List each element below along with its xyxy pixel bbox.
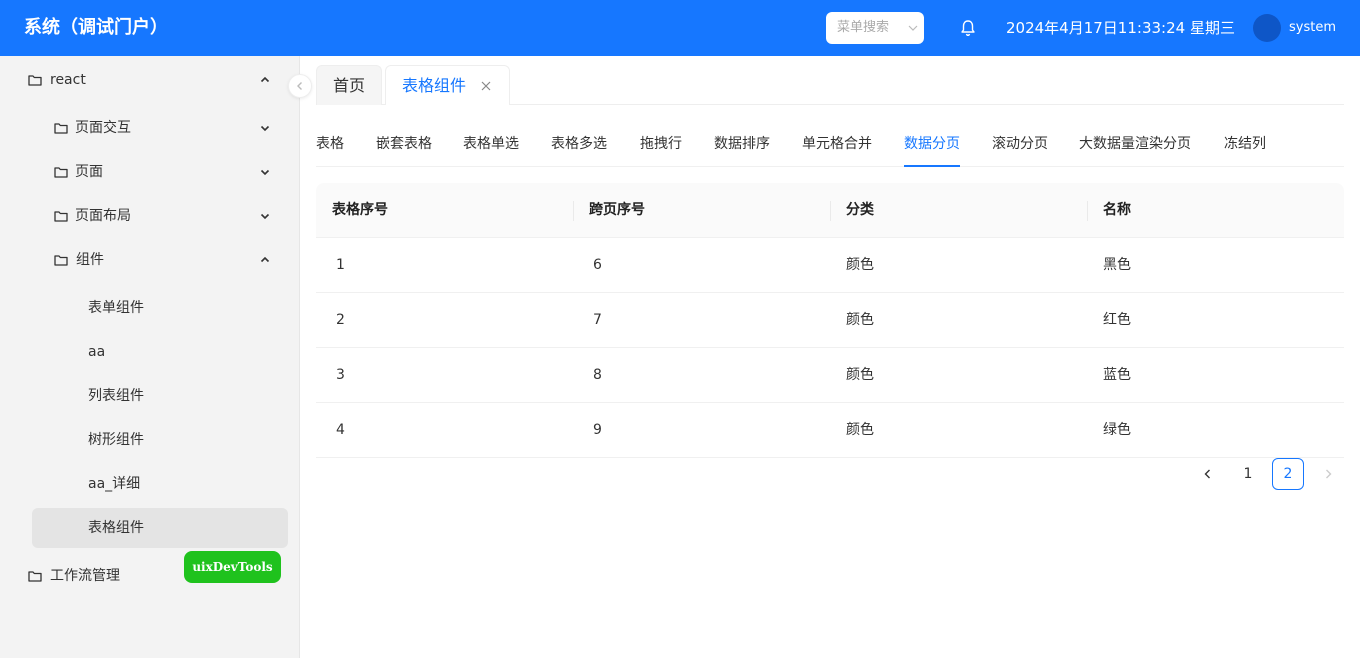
subtab-table[interactable]: 表格	[316, 133, 344, 155]
menu-search-placeholder: 菜单搜索	[837, 20, 890, 35]
sidebar-item-label: 树形组件	[88, 432, 144, 448]
column-header: 名称	[1103, 202, 1131, 218]
subtabs-divider	[316, 166, 1344, 167]
sidebar-item-label: 页面	[75, 164, 103, 180]
table-cell: 颜色	[846, 257, 874, 273]
table-cell: 蓝色	[1103, 367, 1131, 383]
sidebar-item-label: 表格组件	[88, 520, 144, 536]
folder-icon	[54, 255, 68, 266]
folder-icon	[28, 75, 42, 86]
bell-icon[interactable]	[959, 19, 977, 37]
sidebar-item-page[interactable]: 页面	[54, 152, 278, 192]
data-table: 表格序号 跨页序号 分类 名称 1 6 颜色 黑色 2 7 颜色 红色 3 8 …	[316, 183, 1344, 458]
table-header: 表格序号 跨页序号 分类 名称	[316, 183, 1344, 238]
chevron-left-icon	[1204, 469, 1210, 479]
folder-icon	[54, 123, 68, 134]
subtab-drag-row[interactable]: 拖拽行	[640, 133, 682, 155]
subtab-nested-table[interactable]: 嵌套表格	[376, 133, 432, 155]
sidebar-item-label: 页面布局	[75, 208, 131, 224]
sidebar-item-page-interaction[interactable]: 页面交互	[54, 108, 278, 148]
datetime-display: 2024年4月17日11:33:24 星期三	[1006, 19, 1235, 37]
sidebar-item-table-component[interactable]: 表格组件	[88, 508, 278, 548]
pagination-page-2[interactable]: 2	[1272, 458, 1304, 490]
subtab-single-select[interactable]: 表格单选	[463, 133, 519, 155]
subtab-big-data-pagination[interactable]: 大数据量渲染分页	[1079, 133, 1191, 155]
column-header: 跨页序号	[589, 202, 645, 218]
sidebar-item-label: react	[50, 72, 86, 88]
sidebar-collapse-button[interactable]	[288, 74, 312, 98]
table-cell: 7	[593, 312, 602, 328]
pagination-next-button[interactable]	[1312, 458, 1344, 490]
table-row[interactable]: 3 8 颜色 蓝色	[316, 348, 1344, 403]
table-cell: 颜色	[846, 367, 874, 383]
close-icon[interactable]	[481, 81, 491, 91]
sidebar-item-list-component[interactable]: 列表组件	[88, 376, 278, 416]
tab-label: 表格组件	[402, 76, 467, 95]
sidebar-item-label: aa	[88, 344, 106, 360]
username[interactable]: system	[1289, 19, 1336, 37]
sidebar-item-form-component[interactable]: 表单组件	[88, 288, 278, 328]
table-row[interactable]: 2 7 颜色 红色	[316, 293, 1344, 348]
sidebar-item-components[interactable]: 组件	[54, 240, 278, 280]
table-cell: 黑色	[1103, 257, 1131, 273]
column-header: 表格序号	[332, 202, 388, 218]
sidebar-item-label: aa_详细	[88, 476, 141, 492]
subtab-frozen-column[interactable]: 冻结列	[1224, 133, 1266, 155]
table-cell: 8	[593, 367, 602, 383]
sidebar-item-label: 表单组件	[88, 300, 144, 316]
chevron-down-icon	[260, 125, 270, 132]
table-cell: 2	[336, 312, 345, 328]
folder-icon	[28, 571, 42, 582]
subtab-multi-select[interactable]: 表格多选	[551, 133, 607, 155]
pagination-prev-button[interactable]	[1192, 458, 1224, 490]
sidebar-item-label: 工作流管理	[50, 568, 120, 584]
sidebar-item-page-layout[interactable]: 页面布局	[54, 196, 278, 236]
chevron-up-icon	[260, 76, 270, 83]
folder-icon	[54, 167, 68, 178]
sidebar-item-aa[interactable]: aa	[88, 332, 278, 372]
app-title: 系统（调试门户）	[24, 17, 168, 38]
table-cell: 1	[336, 257, 345, 273]
menu-search-select[interactable]: 菜单搜索	[826, 12, 924, 44]
column-header: 分类	[846, 202, 874, 218]
table-cell: 4	[336, 422, 345, 438]
subtab-cell-merge[interactable]: 单元格合并	[802, 133, 872, 155]
top-header: 系统（调试门户） 菜单搜索 2024年4月17日11:33:24 星期三 sys…	[0, 0, 1360, 56]
chevron-down-icon	[260, 213, 270, 220]
table-cell: 6	[593, 257, 602, 273]
sidebar-item-label: 列表组件	[88, 388, 144, 404]
subtab-data-sort[interactable]: 数据排序	[714, 133, 770, 155]
chevron-right-icon	[1326, 469, 1332, 479]
sidebar-item-workflow[interactable]: 工作流管理	[28, 556, 178, 596]
pagination-page-1[interactable]: 1	[1232, 458, 1264, 490]
table-cell: 9	[593, 422, 602, 438]
tab-label: 首页	[333, 76, 366, 95]
table-cell: 红色	[1103, 312, 1131, 328]
chevron-left-icon	[297, 82, 302, 90]
table-row[interactable]: 1 6 颜色 黑色	[316, 238, 1344, 293]
avatar[interactable]	[1253, 14, 1281, 42]
subtab-scroll-pagination[interactable]: 滚动分页	[992, 133, 1048, 155]
subtab-data-pagination[interactable]: 数据分页	[904, 133, 960, 155]
table-cell: 绿色	[1103, 422, 1131, 438]
table-cell: 3	[336, 367, 345, 383]
tab-home[interactable]: 首页	[316, 65, 382, 105]
table-cell: 颜色	[846, 422, 874, 438]
devtools-button[interactable]: uixDevTools	[184, 551, 281, 583]
table-cell: 颜色	[846, 312, 874, 328]
sidebar-item-label: 页面交互	[75, 120, 131, 136]
sidebar-item-aa-detail[interactable]: aa_详细	[88, 464, 278, 504]
tab-table-component[interactable]: 表格组件	[385, 65, 510, 105]
sidebar-item-tree-component[interactable]: 树形组件	[88, 420, 278, 460]
sidebar-item-react[interactable]: react	[28, 60, 278, 100]
table-row[interactable]: 4 9 颜色 绿色	[316, 403, 1344, 458]
active-subtab-indicator	[904, 165, 960, 167]
chevron-down-icon	[908, 25, 918, 31]
chevron-down-icon	[260, 169, 270, 176]
sidebar-item-label: 组件	[76, 252, 104, 268]
folder-icon	[54, 211, 68, 222]
chevron-up-icon	[260, 256, 270, 263]
